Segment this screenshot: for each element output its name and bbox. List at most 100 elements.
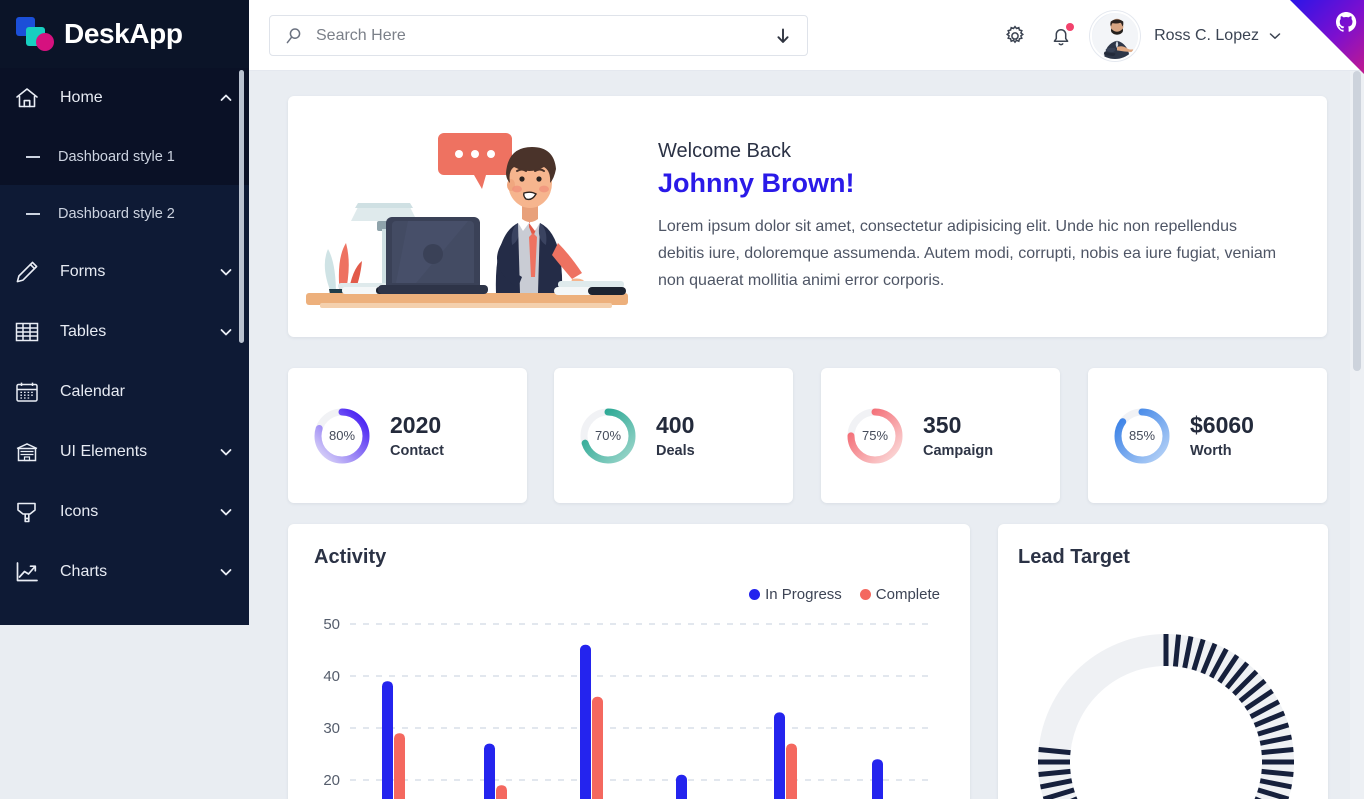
deskapp-logo-icon: [14, 13, 60, 55]
progress-ring: 75%: [845, 406, 905, 466]
stat-percent: 80%: [328, 428, 356, 443]
progress-ring: 80%: [312, 406, 372, 466]
lead-target-gauge: [1038, 634, 1294, 799]
pencil-icon: [14, 259, 46, 285]
card-title-lead-target: Lead Target: [1018, 546, 1130, 568]
svg-text:40: 40: [323, 668, 340, 685]
welcome-description: Lorem ipsum dolor sit amet, consectetur …: [658, 217, 1277, 289]
sidebar-item-icons[interactable]: Icons: [0, 482, 249, 542]
progress-ring: 85%: [1112, 406, 1172, 466]
search-input[interactable]: [304, 26, 775, 45]
stat-texts: 350 Campaign: [923, 412, 993, 459]
chevron-down-icon[interactable]: [219, 505, 233, 519]
stat-card-contact[interactable]: 80% 2020 Contact: [288, 368, 527, 503]
stat-value: 350: [923, 411, 962, 438]
sidebar-item-dashboard-style-2[interactable]: Dashboard style 2: [0, 185, 249, 242]
card-title-activity: Activity: [314, 546, 387, 568]
search-box[interactable]: [269, 15, 808, 56]
stat-value: 400: [656, 411, 695, 438]
svg-text:50: 50: [323, 616, 340, 633]
chart-legend: In Progress Complete: [749, 586, 940, 603]
sidebar-item-forms[interactable]: Forms: [0, 242, 249, 302]
bar-in-progress-3: [580, 644, 591, 799]
legend-dot-icon: [859, 589, 871, 600]
stat-card-worth[interactable]: 85% $6060 Worth: [1088, 368, 1327, 503]
bar-complete-2: [496, 785, 507, 799]
sidebar-item-label: UI Elements: [60, 443, 148, 460]
sidebar-item-charts[interactable]: Charts: [0, 542, 249, 602]
settings-button[interactable]: [992, 13, 1038, 59]
building-icon: [14, 440, 46, 464]
no-chevron: [219, 385, 233, 399]
chevron-down-icon[interactable]: [219, 565, 233, 579]
sidebar-item-ui-elements[interactable]: UI Elements: [0, 422, 249, 482]
activity-card: Activity In Progress Complete 50 40 30 20: [288, 524, 970, 799]
sidebar-item-label: Icons: [60, 503, 99, 520]
chevron-up-icon[interactable]: [219, 91, 233, 105]
bar-complete-3: [592, 696, 603, 799]
gear-icon: [1003, 24, 1027, 48]
page-scrollbar[interactable]: [1350, 71, 1364, 799]
user-menu[interactable]: Ross C. Lopez: [1090, 10, 1282, 61]
chevron-down-icon[interactable]: [219, 445, 233, 459]
page-scrollbar-thumb[interactable]: [1353, 71, 1361, 371]
legend-label: Complete: [875, 586, 940, 603]
stat-card-deals[interactable]: 70% 400 Deals: [554, 368, 793, 503]
stat-texts: 400 Deals: [656, 412, 695, 459]
stat-label: Worth: [1190, 443, 1232, 460]
sidebar-scrollbar[interactable]: [239, 70, 244, 343]
lead-target-card: Lead Target: [998, 524, 1328, 799]
legend-label: In Progress: [765, 586, 842, 603]
progress-ring: 70%: [578, 406, 638, 466]
chart-line-icon: [14, 560, 46, 584]
sidebar-item-label: Home: [60, 89, 103, 106]
arrow-down-icon[interactable]: [775, 27, 791, 45]
svg-text:30: 30: [323, 720, 340, 737]
chevron-down-icon[interactable]: [219, 325, 233, 339]
user-name: Ross C. Lopez: [1154, 26, 1259, 44]
chevron-down-icon[interactable]: [219, 265, 233, 279]
home-icon: [14, 86, 46, 110]
sidebar-nav: Home Dashboard style 1 Dashboard style 2: [0, 68, 249, 602]
table-icon: [14, 320, 46, 344]
legend-item-in-progress[interactable]: In Progress: [749, 586, 842, 603]
search-icon: [284, 26, 304, 46]
github-ribbon[interactable]: [1290, 0, 1364, 74]
stat-card-campaign[interactable]: 75% 350 Campaign: [821, 368, 1060, 503]
chevron-down-icon[interactable]: [1268, 30, 1282, 42]
sidebar-item-calendar[interactable]: Calendar: [0, 362, 249, 422]
bar-in-progress-4: [676, 774, 687, 799]
notification-badge: [1066, 22, 1075, 31]
brand-name: DeskApp: [64, 18, 183, 49]
stat-percent: 75%: [861, 428, 889, 443]
legend-item-complete[interactable]: Complete: [859, 586, 940, 603]
stat-texts: $6060 Worth: [1190, 412, 1254, 459]
sidebar-item-tables[interactable]: Tables: [0, 302, 249, 362]
sidebar-item-label: Charts: [60, 563, 108, 580]
stat-percent: 85%: [1128, 428, 1156, 443]
sidebar: DeskApp Home Dashboard style 1 Dashboard…: [0, 0, 249, 625]
sidebar-item-label: Tables: [60, 323, 107, 340]
svg-text:20: 20: [323, 772, 340, 789]
welcome-text: Welcome Back Johnny Brown! Lorem ipsum d…: [636, 140, 1327, 294]
stat-label: Campaign: [923, 443, 994, 460]
activity-bar-chart: 50 40 30 20: [323, 616, 934, 799]
welcome-username: Johnny Brown!: [658, 167, 855, 198]
sidebar-subitem-label: Dashboard style 2: [58, 205, 175, 222]
stat-value: $6060: [1190, 411, 1254, 438]
sidebar-item-dashboard-style-1[interactable]: Dashboard style 1: [0, 128, 249, 185]
bar-complete-5: [786, 743, 797, 799]
brand-logo[interactable]: DeskApp: [0, 0, 249, 68]
calendar-icon: [14, 380, 46, 404]
bar-in-progress-1: [382, 681, 393, 799]
sidebar-item-home[interactable]: Home: [0, 68, 249, 128]
bar-complete-1: [394, 733, 405, 799]
stat-texts: 2020 Contact: [390, 412, 444, 459]
notifications-button[interactable]: [1038, 13, 1084, 59]
legend-dot-icon: [749, 589, 761, 600]
avatar: [1090, 10, 1141, 61]
dash-icon: [26, 155, 40, 158]
bar-in-progress-5: [774, 712, 785, 799]
stat-value: 2020: [390, 411, 442, 438]
top-header: Ross C. Lopez: [249, 0, 1364, 71]
